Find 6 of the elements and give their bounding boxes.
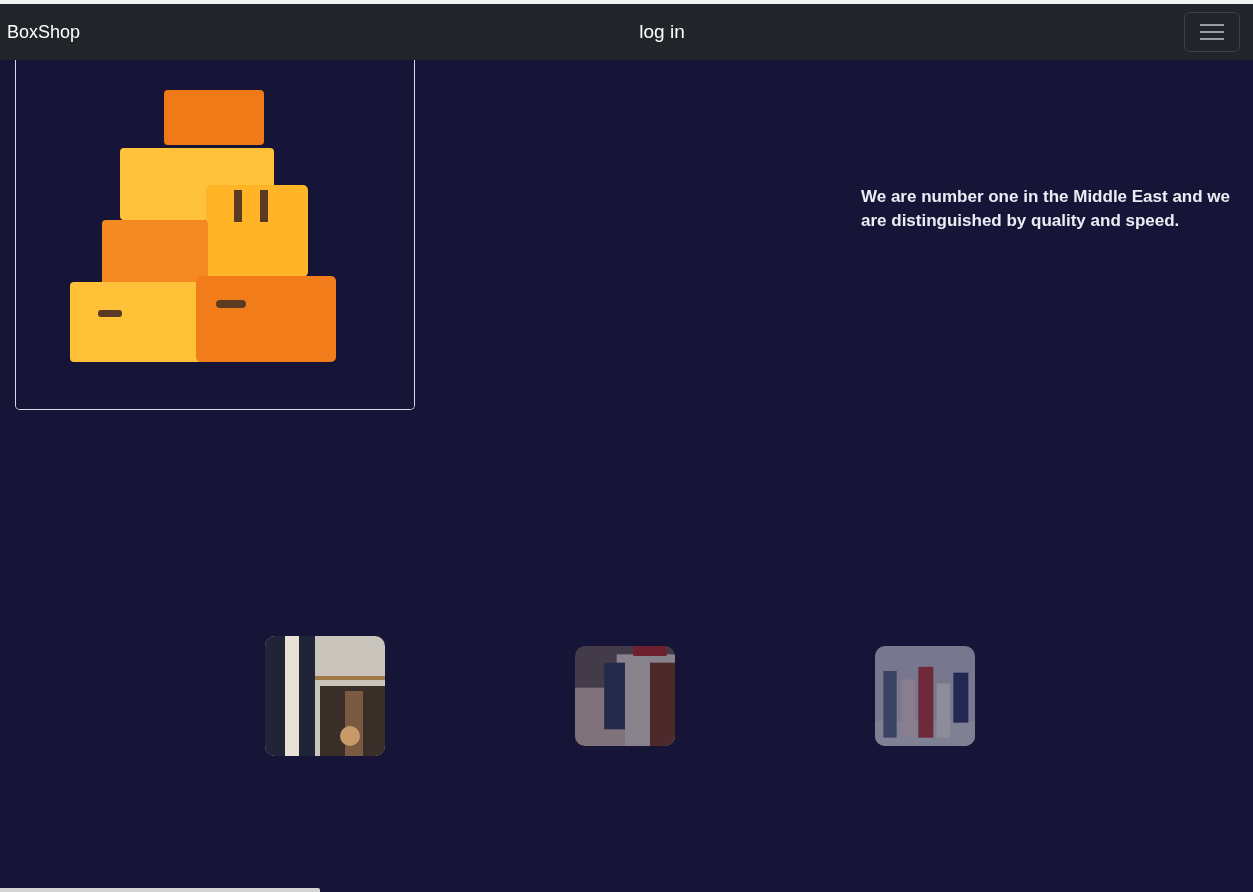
scrollbar-thumb[interactable] bbox=[0, 888, 320, 892]
login-link[interactable]: log in bbox=[639, 21, 685, 43]
menu-icon bbox=[1199, 22, 1225, 42]
menu-button[interactable] bbox=[1184, 12, 1240, 52]
brand-link[interactable]: BoxShop bbox=[7, 21, 81, 43]
tagline: We are number one in the Middle East and we are distinguished by quality and speed. bbox=[861, 186, 1232, 232]
